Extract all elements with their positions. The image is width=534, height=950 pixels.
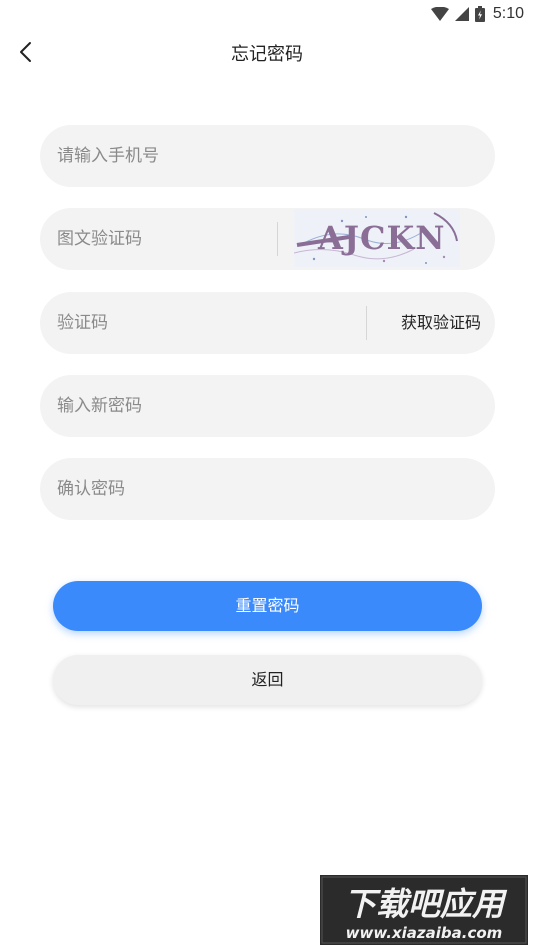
page-title: 忘记密码: [231, 44, 303, 65]
captcha-text: AJCKN: [317, 219, 446, 257]
phone-input[interactable]: [57, 125, 477, 187]
captcha-field-container: AJCKN: [40, 208, 495, 270]
phone-field-container: [40, 125, 495, 187]
watermark-url: www.xiazaiba.com: [346, 924, 503, 942]
watermark-title: 下载吧应用: [344, 885, 508, 923]
sms-code-divider: [366, 306, 367, 340]
captcha-image[interactable]: AJCKN: [294, 209, 460, 267]
title-bar: 忘记密码: [0, 30, 534, 74]
wifi-icon: [430, 7, 449, 21]
captcha-divider: [277, 222, 278, 256]
watermark-logo: 下载吧应用 www.xiazaiba.com: [320, 875, 528, 945]
captcha-input[interactable]: [57, 208, 272, 270]
reset-password-button[interactable]: 重置密码: [53, 581, 482, 631]
status-bar: 5:10: [0, 0, 534, 28]
forgot-password-screen: 5:10 忘记密码 AJCKN: [0, 0, 534, 950]
battery-icon: [474, 6, 485, 22]
sms-code-field-container: 获取验证码: [40, 292, 495, 354]
signal-icon: [454, 7, 469, 21]
get-code-button[interactable]: 获取验证码: [401, 292, 481, 354]
status-time: 5:10: [492, 5, 524, 22]
confirm-password-input[interactable]: [57, 458, 477, 520]
new-password-input[interactable]: [57, 375, 477, 437]
sms-code-input[interactable]: [57, 292, 347, 354]
confirm-password-field-container: [40, 458, 495, 520]
status-icons: 5:10: [430, 4, 524, 24]
return-button[interactable]: 返回: [53, 655, 482, 705]
new-password-field-container: [40, 375, 495, 437]
